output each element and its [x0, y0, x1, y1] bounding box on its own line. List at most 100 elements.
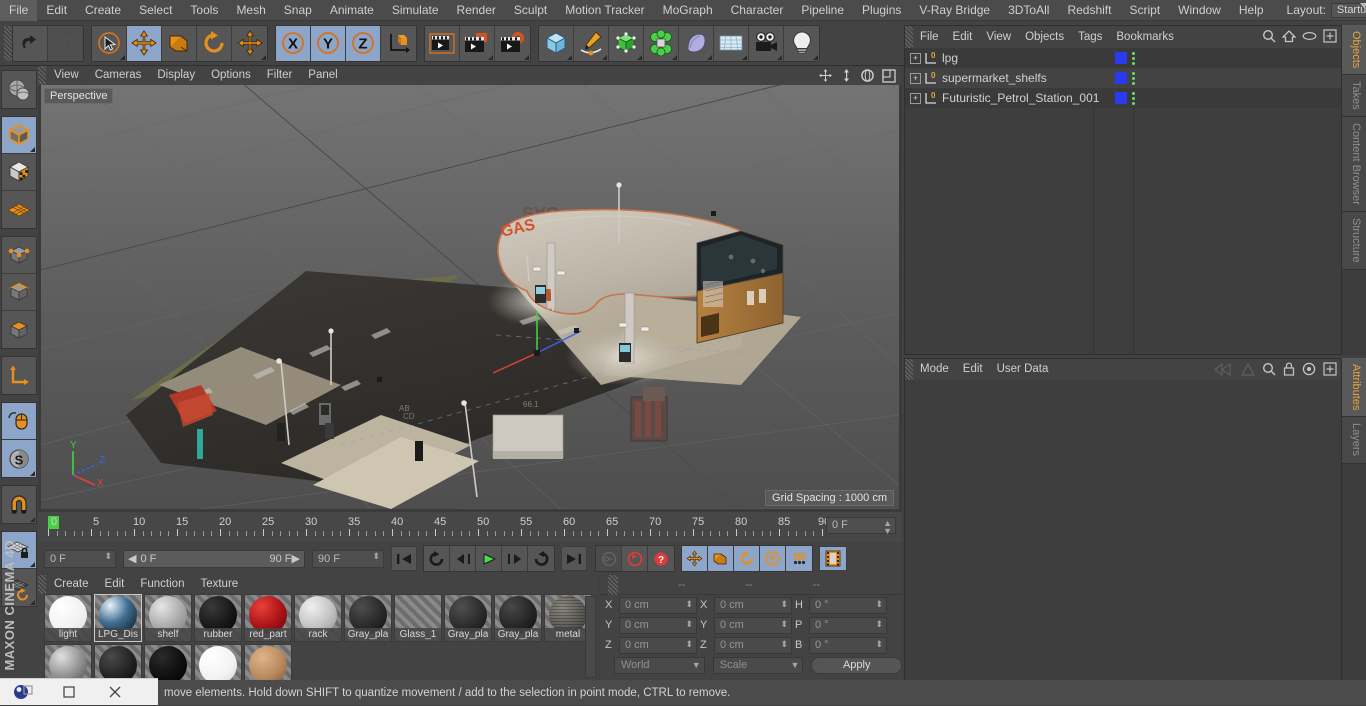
material-swatch-glass-1[interactable]: Glass_1 — [394, 594, 442, 642]
layer-color-swatch[interactable] — [1115, 72, 1127, 84]
object-manager-grip[interactable] — [905, 26, 913, 48]
viewport-menu-cameras[interactable]: Cameras — [87, 66, 150, 85]
record-pla-button[interactable]: P — [760, 546, 786, 571]
menu-create[interactable]: Create — [76, 0, 130, 21]
go-to-start-button[interactable] — [391, 546, 417, 571]
history-forward-icon[interactable] — [1241, 362, 1255, 376]
maximize-view-icon[interactable] — [882, 68, 896, 83]
om-menu-objects[interactable]: Objects — [1018, 26, 1071, 48]
mm-menu-edit[interactable]: Edit — [97, 575, 133, 594]
keyframe-mode-button[interactable] — [819, 546, 847, 571]
menu-mesh[interactable]: Mesh — [227, 0, 274, 21]
material-swatch-gray-pla-1[interactable]: Gray_pla — [344, 594, 392, 642]
lock-z-axis[interactable]: Z — [346, 25, 381, 61]
rotate-view-icon[interactable] — [860, 68, 875, 83]
menu-help[interactable]: Help — [1230, 0, 1273, 21]
om-menu-edit[interactable]: Edit — [946, 26, 980, 48]
attribute-manager-body[interactable] — [905, 380, 1341, 680]
transform-mode-dropdown[interactable]: Scale ▼ — [712, 656, 804, 674]
record-scale-button[interactable] — [708, 546, 734, 571]
apply-button[interactable]: Apply — [811, 656, 903, 674]
next-frame-button[interactable] — [502, 546, 528, 571]
tab-content-browser[interactable]: Content Browser — [1342, 117, 1366, 212]
spinner-icon[interactable]: ⬍ — [780, 599, 788, 608]
scale-tool[interactable] — [162, 25, 197, 61]
mm-menu-function[interactable]: Function — [132, 575, 192, 594]
dolly-view-icon[interactable] — [840, 68, 853, 83]
plus-box-icon[interactable] — [1323, 362, 1337, 376]
go-to-end-button[interactable] — [561, 546, 587, 571]
pan-view-icon[interactable] — [818, 68, 833, 83]
material-swatch-rack[interactable]: rack — [294, 594, 342, 642]
spinner-icon[interactable]: ⬍ — [875, 599, 883, 608]
rotation-b-field[interactable]: 0 ° ⬍ — [809, 636, 887, 654]
viewport-menu-options[interactable]: Options — [203, 66, 259, 85]
record-parameter-button[interactable] — [786, 546, 812, 571]
record-rotation-button[interactable] — [734, 546, 760, 571]
expand-toggle-icon[interactable]: + — [910, 92, 921, 104]
menu-edit[interactable]: Edit — [37, 0, 76, 21]
spinner-icon[interactable]: ⬍ — [685, 619, 693, 628]
material-swatch-gray-pla-2[interactable]: Gray_pla — [444, 594, 492, 642]
menu-plugins[interactable]: Plugins — [853, 0, 910, 21]
record-position-button[interactable] — [682, 546, 708, 571]
mm-menu-create[interactable]: Create — [46, 575, 97, 594]
edges-mode-button[interactable] — [2, 274, 36, 311]
render-view-button[interactable] — [425, 25, 460, 61]
menu-pipeline[interactable]: Pipeline — [792, 0, 853, 21]
viewport-grip[interactable] — [38, 66, 46, 85]
material-swatch-row2-2[interactable] — [94, 644, 142, 680]
size-z-field[interactable]: 0 cm ⬍ — [714, 636, 792, 654]
model-mode-button[interactable] — [2, 117, 36, 154]
add-generator-button[interactable] — [609, 25, 644, 61]
timeline-ruler[interactable]: 0 5 10 15 20 25 30 35 40 45 50 55 60 65 … — [38, 512, 902, 542]
visibility-dots[interactable] — [1132, 71, 1135, 85]
menu-snap[interactable]: Snap — [275, 0, 321, 21]
start-frame-field[interactable]: go-to-start-button 0 F ⬍ — [44, 549, 116, 568]
material-swatch-rubber[interactable]: rubber — [194, 594, 242, 642]
attribute-manager-grip[interactable] — [905, 359, 913, 380]
rotate-tool[interactable] — [197, 25, 232, 61]
menu-select[interactable]: Select — [130, 0, 181, 21]
lock-icon[interactable] — [1283, 362, 1295, 376]
eye-icon[interactable] — [1302, 31, 1317, 41]
am-menu-edit[interactable]: Edit — [956, 359, 990, 380]
menu-vray-bridge[interactable]: V-Ray Bridge — [910, 0, 999, 21]
add-camera-button[interactable] — [749, 25, 784, 61]
add-spline-button[interactable] — [574, 25, 609, 61]
material-swatch-shelf[interactable]: shelf — [144, 594, 192, 642]
render-to-picture-viewer-button[interactable] — [460, 25, 495, 61]
coordinates-grip[interactable] — [608, 574, 618, 595]
visibility-dots[interactable] — [1132, 91, 1135, 105]
play-button[interactable] — [476, 546, 502, 571]
spinner-icon[interactable]: ⬍ — [875, 639, 883, 648]
menu-3dtoall[interactable]: 3DToAll — [999, 0, 1058, 21]
material-scrollbar[interactable] — [585, 596, 596, 678]
am-menu-mode[interactable]: Mode — [913, 359, 956, 380]
tab-objects[interactable]: Objects — [1342, 25, 1366, 76]
spinner-icon[interactable]: ⬍ — [104, 551, 112, 560]
om-menu-tags[interactable]: Tags — [1071, 26, 1109, 48]
live-selection-tool[interactable] — [92, 25, 127, 61]
play-backwards-button[interactable] — [424, 546, 450, 571]
play-forwards-button[interactable] — [528, 546, 554, 571]
rotation-h-field[interactable]: 0 ° ⬍ — [809, 596, 887, 614]
enable-snap-button[interactable]: S — [2, 440, 36, 477]
mm-menu-texture[interactable]: Texture — [192, 575, 246, 594]
layout-dropdown[interactable]: Startup — [1330, 2, 1366, 20]
material-grid[interactable]: light LPG_Dis shelf rubber red_part rack — [38, 594, 598, 680]
record-active-objects-button[interactable] — [596, 546, 622, 571]
am-menu-user-data[interactable]: User Data — [990, 359, 1056, 380]
om-menu-view[interactable]: View — [979, 26, 1018, 48]
om-menu-file[interactable]: File — [913, 26, 946, 48]
material-swatch-red-part[interactable]: red_part — [244, 594, 292, 642]
expand-toggle-icon[interactable]: + — [910, 52, 921, 64]
polygons-mode-button[interactable] — [2, 311, 36, 348]
minimize-button[interactable] — [46, 679, 92, 706]
menu-simulate[interactable]: Simulate — [383, 0, 448, 21]
object-axis-button[interactable] — [2, 357, 36, 394]
tab-takes[interactable]: Takes — [1342, 75, 1366, 118]
menu-animate[interactable]: Animate — [321, 0, 383, 21]
spinner-icon[interactable]: ⬍ — [780, 639, 788, 648]
menu-tools[interactable]: Tools — [181, 0, 227, 21]
